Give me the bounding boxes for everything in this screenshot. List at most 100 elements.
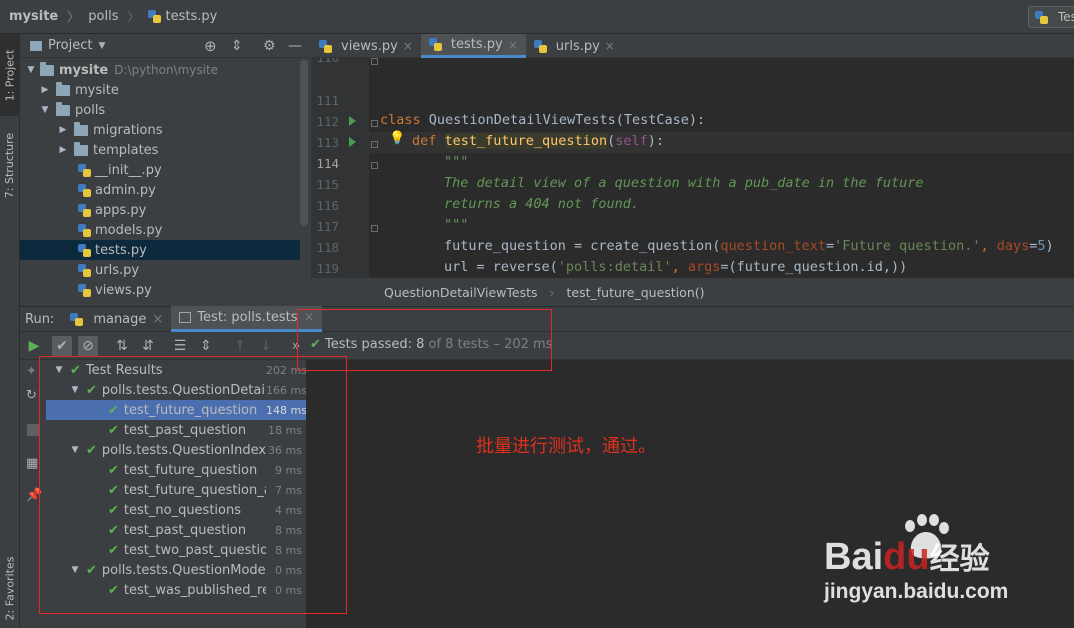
tool-window-label: 2: Favorites (3, 556, 17, 620)
code-param: args (687, 259, 721, 275)
chevron-down-icon: ▼ (41, 105, 49, 115)
tree-item-templates[interactable]: ▶ templates (20, 140, 300, 160)
layout-icon[interactable]: ▦ (26, 456, 38, 471)
code-self: self (615, 133, 648, 149)
chevron-down-icon[interactable]: ▼ (98, 41, 105, 51)
arrow-up-icon[interactable]: ↑ (230, 336, 250, 356)
rerun-icon[interactable]: ▶ (24, 336, 44, 356)
tab-urls-py[interactable]: urls.py × (526, 34, 623, 58)
fold-marker-icon[interactable] (371, 141, 378, 148)
python-file-icon (78, 203, 91, 217)
annotation-text: 批量进行测试，通过。 (476, 436, 656, 457)
arrow-down-icon[interactable]: ↓ (256, 336, 276, 356)
code-editor[interactable]: 110 111 112 113 114 115 116 117 118 119 … (311, 58, 1074, 278)
package-folder-icon (56, 81, 70, 96)
breadcrumb-method[interactable]: test_future_question() (567, 285, 705, 300)
tree-item-label: migrations (93, 122, 163, 138)
code-text: QuestionDetailViewTests(TestCase): (428, 112, 706, 128)
python-file-icon (78, 163, 91, 177)
python-file-icon (428, 38, 442, 51)
fold-marker-icon[interactable] (371, 120, 378, 127)
code-line-118: """ (444, 217, 469, 233)
close-icon[interactable]: × (152, 312, 163, 327)
tab-label: tests.py (450, 37, 503, 52)
show-passed-icon[interactable]: ✔ (52, 336, 72, 356)
chevron-right-icon: ▶ (41, 85, 49, 95)
code-line-120: url = reverse('polls:detail', args=(futu… (444, 259, 908, 275)
tool-window-favorites[interactable]: 2: Favorites (0, 548, 20, 628)
sort-duration-icon[interactable]: ⇵ (138, 336, 158, 356)
breadcrumb-file[interactable]: tests.py (139, 0, 217, 34)
run-tab-manage[interactable]: manage × (62, 306, 171, 332)
stop-icon[interactable] (27, 424, 39, 436)
code-line-113: class QuestionDetailViewTests(TestCase): (380, 112, 705, 128)
tree-item-init-py[interactable]: __init__.py (20, 160, 300, 180)
code-text: future_question = create_question( (444, 238, 721, 254)
line-number: 118 (316, 240, 339, 255)
minimize-icon[interactable]: — (288, 38, 302, 54)
breadcrumb-class[interactable]: QuestionDetailViewTests (384, 285, 538, 300)
code-string: 'polls:detail' (557, 259, 672, 275)
baidu-jingyan-watermark: Baidu经验 jingyan.baidu.com (824, 512, 1024, 612)
fold-marker-icon[interactable] (371, 225, 378, 232)
collapse-all-icon[interactable]: ⇕ (231, 38, 243, 54)
watermark-product: 经验 (929, 543, 990, 576)
tool-window-structure[interactable]: 7: Structure (0, 120, 20, 210)
code-text: url = reverse( (444, 259, 558, 275)
tree-item-models-py[interactable]: models.py (20, 220, 300, 240)
tree-item-label: urls.py (95, 262, 140, 278)
navigation-bar: mysite 〉 polls 〉 tests.py Tes (0, 0, 1074, 34)
restart-icon[interactable]: ↻ (26, 388, 37, 403)
collapse-all-icon[interactable]: ⇕ (196, 336, 216, 356)
watermark-brand-du: du (883, 536, 930, 578)
code-keyword: def (412, 133, 445, 149)
gear-icon[interactable]: ⚙ (263, 38, 276, 54)
tree-item-migrations[interactable]: ▶ migrations (20, 120, 300, 140)
python-file-icon (319, 39, 332, 53)
run-gutter-icon[interactable] (349, 116, 356, 126)
tree-item-views-py[interactable]: views.py (20, 280, 300, 300)
tree-item-root[interactable]: ▼ mysite D:\python\mysite (20, 60, 300, 80)
tree-item-label: views.py (95, 282, 152, 298)
tab-tests-py[interactable]: tests.py × (420, 34, 526, 58)
python-icon (70, 312, 84, 326)
tree-item-apps-py[interactable]: apps.py (20, 200, 300, 220)
run-label: Run: (25, 311, 55, 327)
run-gutter-icon[interactable] (349, 137, 356, 147)
tree-item-admin-py[interactable]: admin.py (20, 180, 300, 200)
left-tool-strip: 1: Project 7: Structure 2: Favorites (0, 34, 20, 628)
close-icon[interactable]: × (403, 39, 413, 53)
python-file-icon (148, 10, 162, 23)
fold-marker-icon[interactable] (371, 58, 378, 65)
tree-item-label: models.py (95, 222, 163, 238)
tool-window-project[interactable]: 1: Project (0, 34, 20, 116)
bug-icon[interactable]: ✦ (26, 364, 37, 379)
chevron-right-icon: ▶ (59, 125, 67, 135)
bulb-icon[interactable]: 💡 (389, 131, 405, 146)
chevron-right-icon: ▶ (59, 145, 67, 155)
tree-item-label: __init__.py (95, 162, 162, 178)
tree-item-urls-py[interactable]: urls.py (20, 260, 300, 280)
breadcrumb-folder[interactable]: polls 〉 (79, 0, 139, 34)
run-config-selector[interactable]: Tes (1028, 6, 1074, 28)
breadcrumb-project[interactable]: mysite 〉 (0, 0, 79, 34)
project-panel-title[interactable]: Project (48, 38, 92, 53)
tree-item-tests-py[interactable]: tests.py (20, 240, 300, 260)
tab-views-py[interactable]: views.py × (311, 34, 421, 58)
project-scrollbar[interactable] (300, 60, 308, 226)
close-icon[interactable]: × (605, 39, 615, 53)
chevron-right-icon: 〉 (127, 10, 140, 24)
chevron-right-icon: 〉 (67, 10, 80, 24)
close-icon[interactable]: × (508, 38, 518, 52)
tree-item-polls[interactable]: ▼ polls (20, 100, 300, 120)
tree-item-mysite[interactable]: ▶ mysite (20, 80, 300, 100)
python-file-icon (78, 243, 91, 257)
code-param: days (996, 238, 1030, 254)
show-ignored-icon[interactable]: ⊘ (78, 336, 98, 356)
fold-marker-icon[interactable] (371, 162, 378, 169)
tree-item-label: templates (93, 142, 159, 158)
expand-all-icon[interactable]: ☰ (170, 336, 190, 356)
locate-icon[interactable]: ⊕ (204, 37, 217, 55)
sort-alpha-icon[interactable]: ⇅ (112, 336, 132, 356)
tab-label: manage (93, 311, 147, 327)
